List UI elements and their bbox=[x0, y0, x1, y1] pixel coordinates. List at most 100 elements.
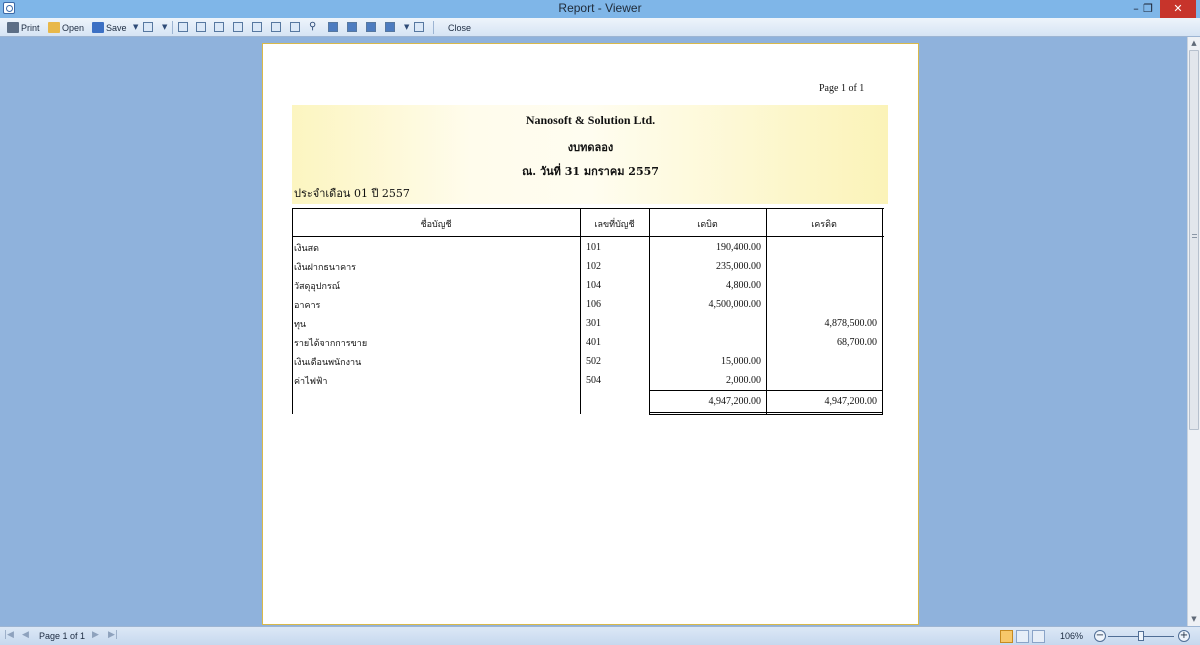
export-icon[interactable] bbox=[143, 22, 153, 32]
account-code: 502 bbox=[586, 356, 601, 367]
account-name: เงินฝากธนาคาร bbox=[294, 263, 357, 273]
table-border bbox=[649, 390, 883, 391]
report-page: Page 1 of 1 Nanosoft & Solution Ltd. งบท… bbox=[262, 43, 919, 625]
table-border bbox=[292, 208, 293, 414]
find-icon[interactable]: ⚲ bbox=[309, 22, 319, 32]
zoom-in-icon[interactable]: + bbox=[1178, 630, 1190, 642]
col-header-credit: เครดิต bbox=[811, 220, 837, 230]
view-dropdown-icon[interactable]: ▼ bbox=[404, 23, 409, 31]
credit-amount: 68,700.00 bbox=[837, 337, 877, 348]
paste-icon[interactable] bbox=[196, 22, 206, 32]
edit-icon[interactable] bbox=[214, 22, 224, 32]
col-header-account-name: ชื่อบัญชี bbox=[420, 220, 452, 230]
account-code: 401 bbox=[586, 337, 601, 348]
window-title: Report - Viewer bbox=[558, 1, 642, 15]
table-border bbox=[580, 208, 581, 414]
table-border bbox=[292, 208, 884, 209]
single-page-mode-button[interactable] bbox=[1000, 630, 1013, 643]
open-button[interactable]: Open bbox=[48, 20, 84, 35]
export-dropdown-icon[interactable]: ▼ bbox=[162, 23, 167, 31]
account-name: ค่าไฟฟ้า bbox=[294, 377, 328, 387]
account-name: เงินเดือนพนักงาน bbox=[294, 358, 362, 368]
account-code: 106 bbox=[586, 299, 601, 310]
report-date: ณ. วันที่ 31 มกราคม 2557 bbox=[522, 165, 659, 178]
single-page-view-icon[interactable] bbox=[328, 22, 338, 32]
printer-icon bbox=[7, 22, 19, 33]
table-border bbox=[766, 208, 767, 414]
toolbar: Print Open Save ▼ ▼ ⚲ ▼ Close bbox=[0, 18, 1200, 37]
total-credit: 4,947,200.00 bbox=[824, 396, 878, 407]
close-button[interactable]: Close bbox=[448, 20, 471, 35]
save-dropdown-icon[interactable]: ▼ bbox=[133, 23, 138, 31]
scrollbar-thumb[interactable] bbox=[1189, 50, 1199, 430]
previous-page-icon[interactable]: ◀ bbox=[22, 630, 29, 640]
zoom-out-icon[interactable]: − bbox=[1094, 630, 1106, 642]
title-bar: Report - Viewer – ❐ ✕ bbox=[0, 0, 1200, 18]
account-name: วัสดุอุปกรณ์ bbox=[294, 282, 341, 292]
print-label: Print bbox=[21, 22, 40, 33]
close-window-button[interactable]: ✕ bbox=[1160, 0, 1196, 18]
debit-amount: 15,000.00 bbox=[721, 356, 761, 367]
last-page-icon[interactable]: ▶| bbox=[108, 630, 118, 640]
debit-amount: 2,000.00 bbox=[726, 375, 761, 386]
header-icon[interactable] bbox=[252, 22, 262, 32]
credit-amount: 4,878,500.00 bbox=[824, 318, 878, 329]
zoom-slider-thumb[interactable] bbox=[1138, 631, 1144, 641]
scroll-down-icon[interactable]: ▼ bbox=[1188, 613, 1200, 625]
debit-amount: 235,000.00 bbox=[716, 261, 761, 272]
account-code: 101 bbox=[586, 242, 601, 253]
report-period: ประจำเดือน 01 ปี 2557 bbox=[294, 187, 410, 200]
account-name: ทุน bbox=[294, 320, 307, 330]
account-name: เงินสด bbox=[294, 244, 319, 254]
page-setup-icon[interactable] bbox=[233, 22, 243, 32]
report-heading: งบทดลอง bbox=[567, 141, 614, 154]
page-indicator: Page 1 of 1 bbox=[819, 83, 865, 94]
vertical-scrollbar[interactable]: ▲ ▼ bbox=[1187, 37, 1200, 626]
next-page-icon[interactable]: ▶ bbox=[92, 630, 99, 640]
toolbar-separator bbox=[433, 21, 434, 34]
account-code: 104 bbox=[586, 280, 601, 291]
account-code: 102 bbox=[586, 261, 601, 272]
debit-amount: 4,500,000.00 bbox=[708, 299, 762, 310]
save-button[interactable]: Save bbox=[92, 20, 127, 35]
toolbar-separator bbox=[172, 21, 173, 34]
account-name: อาคาร bbox=[294, 301, 321, 311]
close-label: Close bbox=[448, 22, 472, 33]
total-debit: 4,947,200.00 bbox=[708, 396, 762, 407]
multiple-pages-view-icon[interactable] bbox=[366, 22, 376, 32]
scroll-grip-icon bbox=[1192, 234, 1197, 238]
trial-balance-table: ชื่อบัญชี เลขที่บัญชี เดบิต เครดิต เงินส… bbox=[292, 208, 884, 415]
table-border bbox=[649, 414, 883, 415]
debit-amount: 190,400.00 bbox=[716, 242, 761, 253]
footer-icon[interactable] bbox=[271, 22, 281, 32]
scroll-up-icon[interactable]: ▲ bbox=[1188, 37, 1200, 49]
folder-open-icon bbox=[48, 22, 60, 33]
open-label: Open bbox=[62, 22, 85, 33]
page-info: Page 1 of 1 bbox=[39, 631, 86, 641]
grid-view-icon[interactable] bbox=[385, 22, 395, 32]
debit-amount: 4,800.00 bbox=[726, 280, 761, 291]
table-border bbox=[292, 236, 884, 237]
zoom-page-icon[interactable] bbox=[414, 22, 424, 32]
col-header-account-no: เลขที่บัญชี bbox=[594, 220, 635, 230]
table-border bbox=[882, 208, 883, 414]
account-name: รายได้จากการขาย bbox=[294, 339, 368, 349]
copy-icon[interactable] bbox=[178, 22, 188, 32]
save-icon bbox=[92, 22, 104, 33]
company-name: Nanosoft & Solution Ltd. bbox=[525, 113, 656, 127]
save-label: Save bbox=[106, 22, 127, 33]
multiple-pages-mode-button[interactable] bbox=[1032, 630, 1045, 643]
parameters-icon[interactable] bbox=[290, 22, 300, 32]
continuous-view-icon[interactable] bbox=[347, 22, 357, 32]
col-header-debit: เดบิต bbox=[697, 220, 718, 230]
continuous-mode-button[interactable] bbox=[1016, 630, 1029, 643]
print-button[interactable]: Print bbox=[7, 20, 40, 35]
restore-button[interactable]: ❐ bbox=[1136, 0, 1160, 18]
table-border bbox=[649, 412, 883, 413]
account-code: 301 bbox=[586, 318, 601, 329]
first-page-icon[interactable]: |◀ bbox=[4, 630, 14, 640]
zoom-level: 106% bbox=[1060, 631, 1084, 641]
account-code: 504 bbox=[586, 375, 601, 386]
table-border bbox=[649, 208, 650, 414]
status-bar: |◀ ◀ Page 1 of 1 ▶ ▶| 106% − + bbox=[0, 626, 1200, 645]
